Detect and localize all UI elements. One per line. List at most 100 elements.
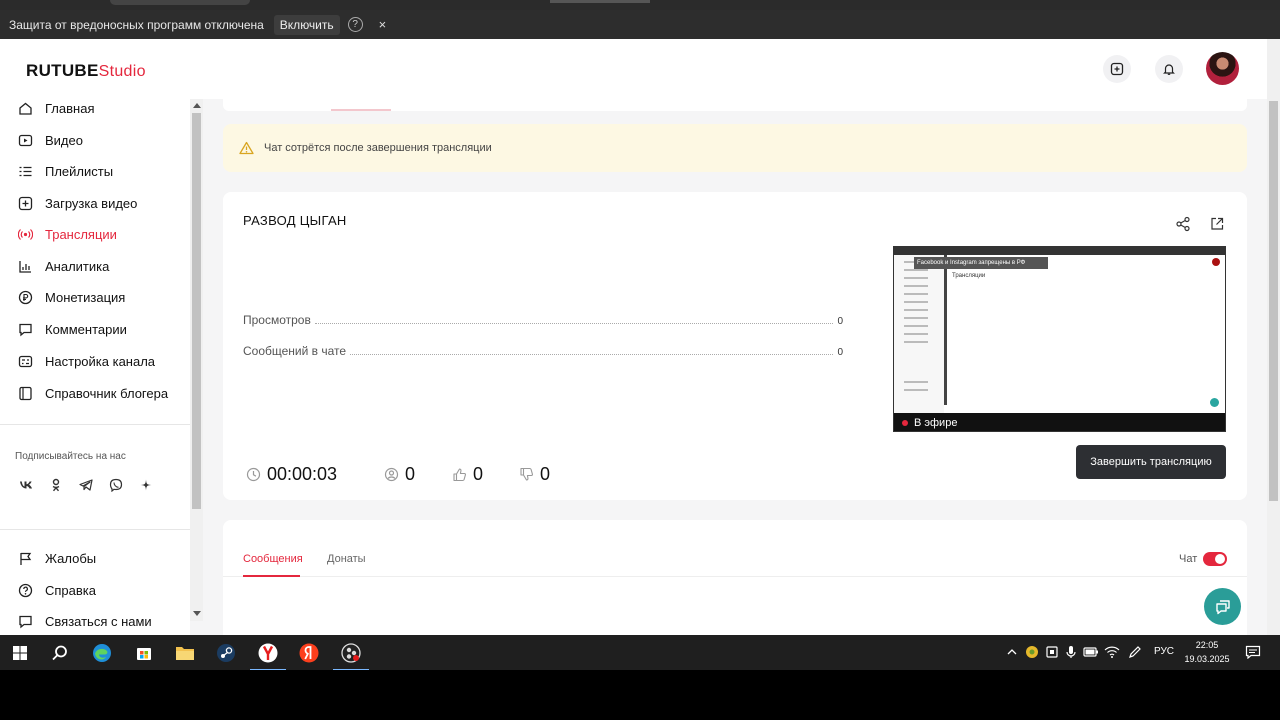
stream-preview[interactable]: Трансляции Facebook и Instagram запрещен…	[893, 246, 1226, 432]
sidebar-item-playlists[interactable]: Плейлисты	[17, 161, 113, 181]
clock-date: 19.03.2025	[1184, 654, 1230, 664]
sidebar-item-video[interactable]: Видео	[17, 130, 83, 150]
sidebar-scroll-thumb[interactable]	[192, 113, 201, 509]
sidebar-item-label: Аналитика	[45, 258, 110, 274]
microphone-icon[interactable]	[1063, 644, 1079, 660]
add-video-icon	[1110, 62, 1124, 76]
duration-value: 00:00:03	[267, 463, 338, 484]
sidebar-item-help[interactable]: Справка	[17, 580, 96, 600]
notification-center-icon[interactable]	[1245, 644, 1261, 660]
sidebar: Главная Видео Плейлисты Загрузка видео Т…	[0, 99, 190, 635]
file-explorer-icon[interactable]	[173, 641, 197, 665]
windows-taskbar: РУС 22:05 19.03.2025	[0, 635, 1280, 671]
sidebar-item-blogger-guide[interactable]: Справочник блогера	[17, 383, 168, 403]
tab-messages[interactable]: Сообщения	[243, 553, 303, 565]
system-clock[interactable]: 22:05 19.03.2025	[1183, 638, 1231, 666]
chevron-up-icon[interactable]	[1004, 644, 1020, 660]
preview-line	[904, 317, 928, 319]
page-scroll-thumb[interactable]	[1269, 101, 1278, 501]
live-badge: В эфире	[894, 413, 1225, 431]
broadcast-icon	[17, 226, 33, 242]
sidebar-item-label: Главная	[45, 100, 95, 116]
dislikes-metric: 0	[518, 462, 550, 486]
sidebar-item-label: Связаться с нами	[45, 613, 152, 629]
scroll-down-arrow[interactable]	[193, 611, 201, 616]
chat-messages-stat: Сообщений в чате 0	[243, 344, 843, 362]
chat-toggle[interactable]	[1203, 552, 1227, 566]
create-button[interactable]	[1103, 55, 1131, 83]
sidebar-item-upload[interactable]: Загрузка видео	[17, 193, 137, 213]
avatar[interactable]	[1206, 52, 1239, 85]
sidebar-item-label: Трансляции	[45, 226, 117, 242]
zen-icon[interactable]	[138, 477, 154, 493]
thumbs-down-icon	[518, 466, 534, 482]
preview-browser-bar	[894, 247, 1225, 255]
sidebar-item-complaints[interactable]: Жалобы	[17, 548, 96, 568]
open-external-button[interactable]	[1207, 214, 1227, 234]
active-tab-underline	[243, 575, 300, 577]
windows-start-icon[interactable]	[8, 641, 32, 665]
close-icon[interactable]: ×	[379, 17, 387, 32]
search-icon[interactable]	[48, 641, 72, 665]
share-button[interactable]	[1173, 214, 1193, 234]
scroll-up-arrow[interactable]	[193, 103, 201, 108]
pen-icon[interactable]	[1127, 644, 1143, 660]
sidebar-item-label: Комментарии	[45, 321, 127, 337]
sidebar-item-comments[interactable]: Комментарии	[17, 319, 127, 339]
store-icon[interactable]	[132, 641, 156, 665]
tab-donations[interactable]: Донаты	[327, 553, 366, 565]
ok-icon[interactable]	[48, 477, 64, 493]
ruble-icon	[17, 289, 33, 305]
yandex-browser-icon[interactable]	[250, 641, 286, 671]
comment-icon	[17, 321, 33, 337]
help-icon[interactable]: ?	[347, 17, 363, 32]
preview-sidebar	[894, 255, 944, 413]
upload-icon	[17, 195, 33, 211]
app-header: RUTUBEStudio	[0, 39, 1267, 99]
help-icon	[17, 582, 33, 598]
obs-studio-icon[interactable]	[333, 641, 369, 671]
viber-icon[interactable]	[108, 477, 124, 493]
clock-time: 22:05	[1195, 640, 1219, 650]
enable-protection-button[interactable]: Включить	[273, 14, 340, 35]
preview-banner: Facebook и Instagram запрещены в РФ	[914, 257, 1048, 269]
preview-line	[904, 333, 928, 335]
sidebar-scrollbar[interactable]	[190, 99, 203, 621]
home-icon	[17, 100, 33, 116]
steam-icon[interactable]	[214, 641, 238, 665]
thumbs-up-icon	[451, 466, 467, 482]
battery-icon[interactable]	[1083, 644, 1099, 660]
app-tray-icon[interactable]	[1024, 644, 1040, 660]
preview-line	[904, 285, 928, 287]
screen-capture-icon[interactable]	[1044, 644, 1060, 660]
likes-metric: 0	[451, 462, 483, 486]
contact-icon	[17, 613, 33, 629]
logo[interactable]: RUTUBEStudio	[26, 61, 146, 81]
sidebar-item-broadcasts[interactable]: Трансляции	[17, 224, 117, 244]
browser-title	[550, 0, 650, 3]
browser-tab[interactable]	[110, 0, 250, 5]
preview-line	[904, 277, 928, 279]
telegram-icon[interactable]	[78, 477, 94, 493]
notifications-button[interactable]	[1155, 55, 1183, 83]
dotted-leader	[314, 314, 834, 324]
sidebar-item-channel-settings[interactable]: Настройка канала	[17, 351, 155, 371]
playlist-icon	[17, 163, 33, 179]
yandex-icon[interactable]	[297, 641, 321, 665]
wifi-icon[interactable]	[1104, 644, 1120, 660]
page-scrollbar[interactable]	[1267, 39, 1280, 635]
sidebar-item-monetization[interactable]: Монетизация	[17, 287, 125, 307]
sidebar-item-contact[interactable]: Связаться с нами	[17, 611, 152, 631]
support-chat-button[interactable]	[1204, 588, 1241, 625]
vk-icon[interactable]	[18, 477, 34, 493]
sidebar-item-analytics[interactable]: Аналитика	[17, 256, 109, 276]
language-indicator[interactable]: РУС	[1154, 646, 1174, 657]
sidebar-item-home[interactable]: Главная	[17, 98, 94, 118]
edge-browser-icon[interactable]	[90, 641, 114, 665]
likes-value: 0	[473, 463, 484, 484]
end-stream-button[interactable]: Завершить трансляцию	[1076, 445, 1226, 479]
book-icon	[17, 385, 33, 401]
viewer-icon	[383, 466, 399, 482]
sidebar-item-label: Справочник блогера	[45, 385, 169, 401]
duration-metric: 00:00:03	[245, 462, 337, 486]
